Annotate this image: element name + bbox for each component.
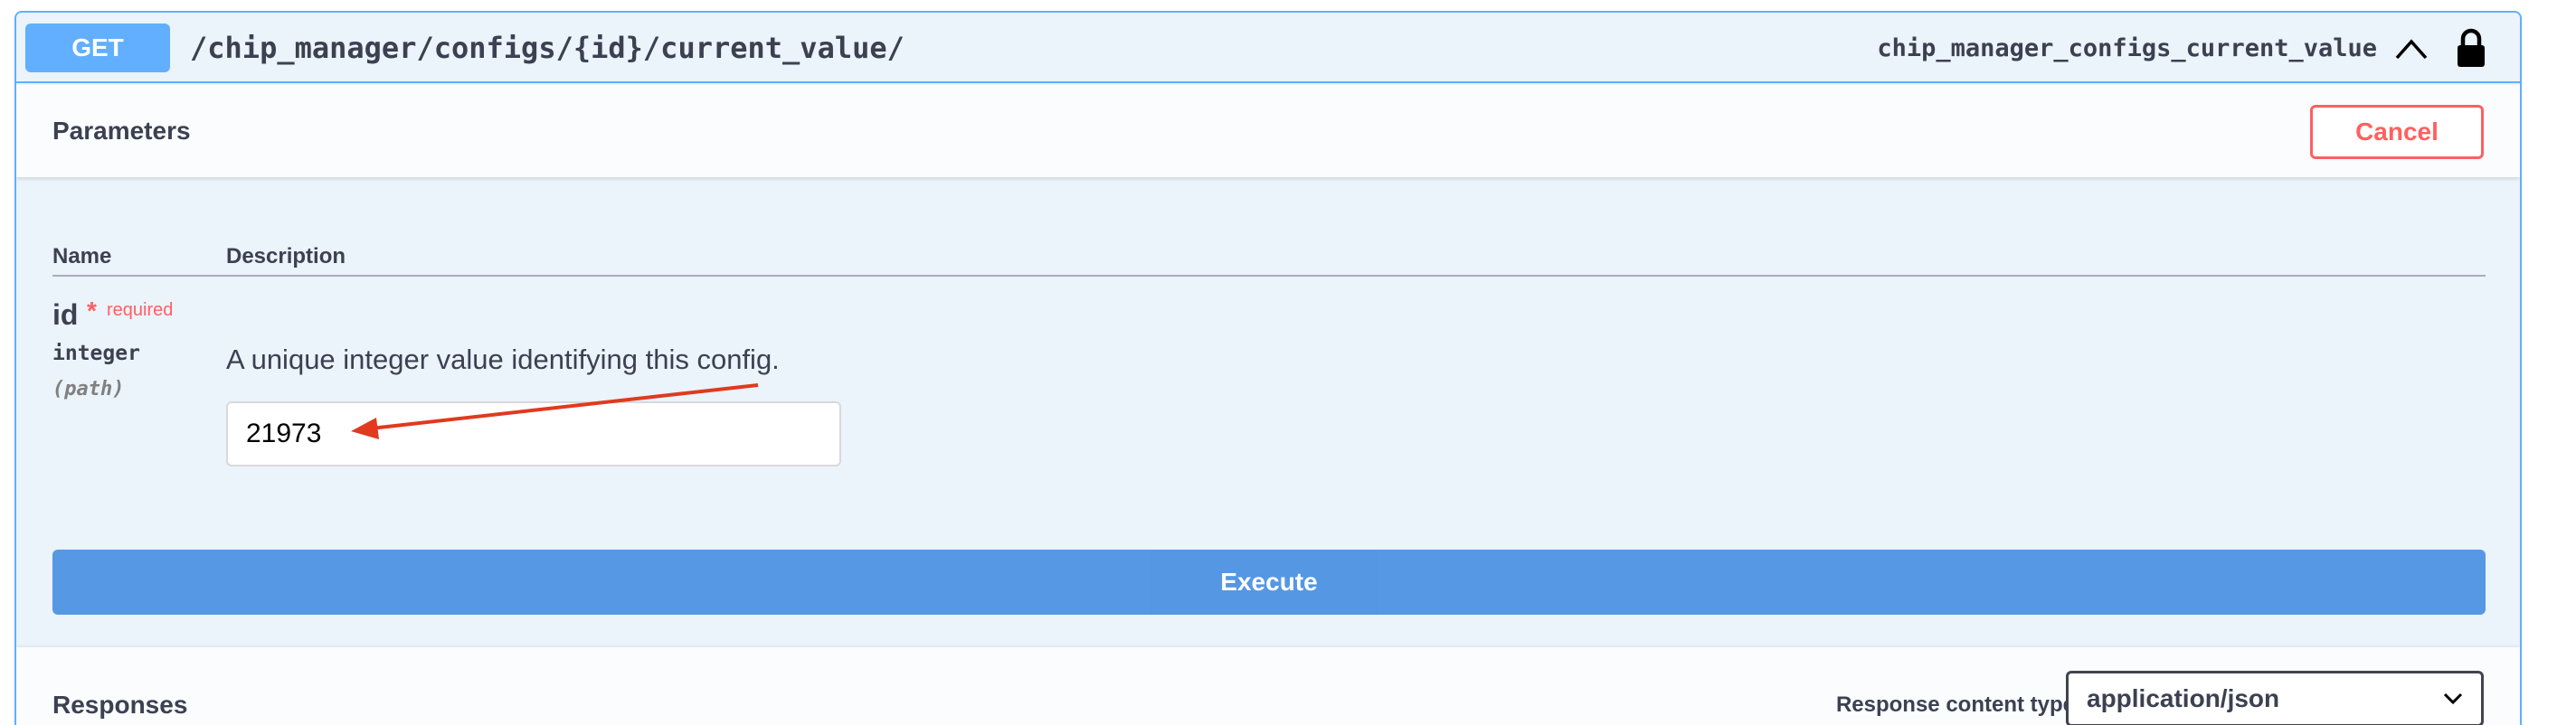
operation-id: chip_manager_configs_current_value — [1877, 33, 2377, 62]
parameters-title: Parameters — [52, 117, 191, 145]
response-content-type-label: Response content type — [1835, 692, 2075, 717]
parameters-header: Parameters Cancel — [16, 85, 2520, 177]
parameter-type: integer — [52, 342, 140, 365]
execute-button[interactable]: Execute — [52, 550, 2486, 615]
required-label: required — [107, 300, 174, 320]
required-star: * — [87, 297, 97, 325]
parameters-table-header: Name Description — [52, 230, 2486, 277]
responses-header: Responses Response content type applicat… — [16, 647, 2520, 725]
cancel-button[interactable]: Cancel — [2310, 105, 2484, 159]
operation-block: GET /chip_manager/configs/{id}/current_v… — [14, 11, 2522, 725]
response-content-type-value: application/json — [2087, 684, 2280, 712]
parameter-name: id — [52, 298, 79, 331]
column-name-header: Name — [52, 244, 112, 268]
response-content-type-select[interactable]: application/json — [2066, 671, 2484, 725]
column-description-header: Description — [226, 244, 346, 268]
parameter-description: A unique integer value identifying this … — [226, 344, 780, 375]
lock-icon[interactable] — [2455, 27, 2487, 69]
id-input[interactable] — [226, 401, 841, 466]
method-badge: GET — [25, 24, 170, 72]
parameter-location: (path) — [52, 378, 125, 400]
operation-path: /chip_manager/configs/{id}/current_value… — [190, 31, 904, 65]
responses-title: Responses — [52, 691, 188, 719]
chevron-down-icon — [2443, 692, 2463, 705]
chevron-up-icon[interactable] — [2393, 34, 2429, 61]
operation-summary[interactable]: GET /chip_manager/configs/{id}/current_v… — [16, 13, 2520, 83]
